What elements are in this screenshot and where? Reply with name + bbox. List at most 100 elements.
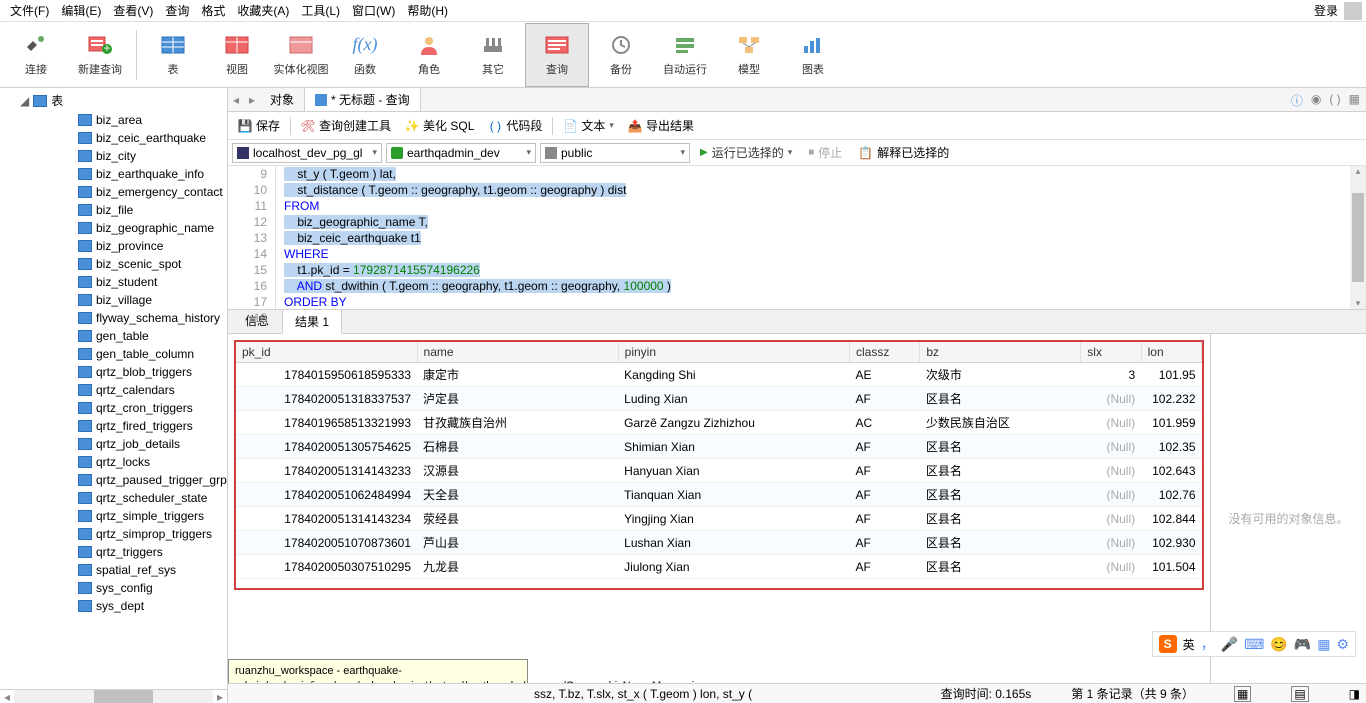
result-grid[interactable]: pk_idnamepinyinclasszbzslxlon 1784015950…	[228, 334, 1210, 703]
tree-item-gen_table[interactable]: gen_table	[0, 327, 227, 345]
tool-backup[interactable]: 备份	[589, 23, 653, 87]
builder-button[interactable]: 🛠查询创建工具	[295, 115, 397, 137]
tool-function[interactable]: f(x) 函数	[333, 23, 397, 87]
table-row[interactable]: 1784020051070873601芦山县Lushan XianAF区县名(N…	[236, 531, 1202, 555]
tree-root-tables[interactable]: ◢ 表	[0, 90, 227, 111]
run-button[interactable]: ▶运行已选择的▾	[694, 142, 798, 164]
table-row[interactable]: 1784020051305754625石棉县Shimian XianAF区县名(…	[236, 435, 1202, 459]
tree-item-qrtz_simprop_triggers[interactable]: qrtz_simprop_triggers	[0, 525, 227, 543]
tool-connect[interactable]: 连接	[4, 23, 68, 87]
ime-keyboard-icon[interactable]: ⌨	[1244, 636, 1264, 653]
tree-item-biz_ceic_earthquake[interactable]: biz_ceic_earthquake	[0, 129, 227, 147]
tree-item-biz_student[interactable]: biz_student	[0, 273, 227, 291]
menu-tools[interactable]: 工具(L)	[295, 2, 346, 19]
col-lon[interactable]: lon	[1141, 342, 1201, 363]
tree-item-biz_city[interactable]: biz_city	[0, 147, 227, 165]
tool-other[interactable]: 其它	[461, 23, 525, 87]
tree-item-qrtz_paused_trigger_grps[interactable]: qrtz_paused_trigger_grps	[0, 471, 227, 489]
tree-item-qrtz_blob_triggers[interactable]: qrtz_blob_triggers	[0, 363, 227, 381]
eye-icon[interactable]: ◉	[1311, 92, 1321, 109]
col-name[interactable]: name	[417, 342, 618, 363]
connection-select[interactable]: localhost_dev_pg_gl▾	[232, 143, 382, 163]
tree-item-biz_village[interactable]: biz_village	[0, 291, 227, 309]
save-button[interactable]: 💾保存	[232, 115, 286, 137]
tree-item-biz_geographic_name[interactable]: biz_geographic_name	[0, 219, 227, 237]
tree-item-biz_scenic_spot[interactable]: biz_scenic_spot	[0, 255, 227, 273]
editor-content[interactable]: st_y ( T.geom ) lat, st_distance ( T.geo…	[276, 166, 1350, 309]
table-row[interactable]: 1784020051314143233汉源县Hanyuan XianAF区县名(…	[236, 459, 1202, 483]
ime-toolbar[interactable]: S 英 ， 🎤 ⌨ 😊 🎮 ▦ ⚙	[1152, 631, 1356, 657]
snippet-button[interactable]: ( )代码段	[482, 115, 548, 137]
table-row[interactable]: 1784020051318337537泸定县Luding XianAF区县名(N…	[236, 387, 1202, 411]
menu-file[interactable]: 文件(F)	[4, 2, 55, 19]
col-slx[interactable]: slx	[1081, 342, 1141, 363]
ime-grid-icon[interactable]: ▦	[1317, 636, 1330, 653]
col-pinyin[interactable]: pinyin	[618, 342, 849, 363]
ime-emoji-icon[interactable]: 😊	[1270, 636, 1287, 653]
export-button[interactable]: 📤导出结果	[622, 115, 700, 137]
tool-view[interactable]: 视图	[205, 23, 269, 87]
brackets-icon[interactable]: ( )	[1329, 92, 1340, 109]
tree-item-qrtz_scheduler_state[interactable]: qrtz_scheduler_state	[0, 489, 227, 507]
tree-item-gen_table_column[interactable]: gen_table_column	[0, 345, 227, 363]
tree-item-biz_area[interactable]: biz_area	[0, 111, 227, 129]
table-row[interactable]: 1784020051314143234荥经县Yingjing XianAF区县名…	[236, 507, 1202, 531]
ime-mic-icon[interactable]: 🎤	[1221, 636, 1238, 653]
object-tree[interactable]: ◢ 表 biz_areabiz_ceic_earthquakebiz_cityb…	[0, 88, 227, 689]
tree-item-biz_earthquake_info[interactable]: biz_earthquake_info	[0, 165, 227, 183]
table-row[interactable]: 1784015950618595333康定市Kangding ShiAE次级市3…	[236, 363, 1202, 387]
tab-object[interactable]: 对象	[260, 88, 305, 111]
col-classz[interactable]: classz	[849, 342, 919, 363]
tool-role[interactable]: 角色	[397, 23, 461, 87]
tree-item-flyway_schema_history[interactable]: flyway_schema_history	[0, 309, 227, 327]
menu-help[interactable]: 帮助(H)	[401, 2, 454, 19]
status-view-2[interactable]: ▤	[1291, 686, 1308, 702]
tool-chart[interactable]: 图表	[781, 23, 845, 87]
status-view-1[interactable]: ▦	[1234, 686, 1251, 702]
tool-query[interactable]: 查询	[525, 23, 589, 87]
avatar[interactable]	[1344, 2, 1362, 20]
tab-result-1[interactable]: 结果 1	[282, 309, 342, 334]
tree-item-biz_file[interactable]: biz_file	[0, 201, 227, 219]
tree-item-sys_dept[interactable]: sys_dept	[0, 597, 227, 615]
stop-button[interactable]: ■停止	[802, 142, 848, 164]
menu-view[interactable]: 查看(V)	[107, 2, 159, 19]
table-row[interactable]: 1784020051062484994天全县Tianquan XianAF区县名…	[236, 483, 1202, 507]
menu-format[interactable]: 格式	[195, 2, 231, 19]
tree-item-sys_config[interactable]: sys_config	[0, 579, 227, 597]
tree-item-qrtz_triggers[interactable]: qrtz_triggers	[0, 543, 227, 561]
tree-item-biz_province[interactable]: biz_province	[0, 237, 227, 255]
tree-item-qrtz_calendars[interactable]: qrtz_calendars	[0, 381, 227, 399]
tool-autorun[interactable]: 自动运行	[653, 23, 717, 87]
tree-item-qrtz_cron_triggers[interactable]: qrtz_cron_triggers	[0, 399, 227, 417]
tree-item-qrtz_simple_triggers[interactable]: qrtz_simple_triggers	[0, 507, 227, 525]
editor-vscroll[interactable]: ▴ ▾	[1350, 166, 1366, 309]
tool-table[interactable]: 表	[141, 23, 205, 87]
table-row[interactable]: 1784020050307510295九龙县Jiulong XianAF区县名(…	[236, 555, 1202, 579]
info-icon[interactable]: ⓘ	[1291, 92, 1303, 109]
text-button[interactable]: 📄文本▾	[557, 115, 620, 137]
tree-item-qrtz_locks[interactable]: qrtz_locks	[0, 453, 227, 471]
ime-settings-icon[interactable]: ⚙	[1336, 636, 1349, 653]
sidebar-hscroll[interactable]: ◂ ▸	[0, 689, 227, 703]
tree-item-biz_emergency_contact[interactable]: biz_emergency_contact	[0, 183, 227, 201]
col-pk_id[interactable]: pk_id	[236, 342, 417, 363]
tab-query[interactable]: * 无标题 - 查询	[305, 88, 421, 111]
tree-item-qrtz_job_details[interactable]: qrtz_job_details	[0, 435, 227, 453]
schema-select[interactable]: public▾	[540, 143, 690, 163]
ime-game-icon[interactable]: 🎮	[1294, 636, 1311, 653]
tool-new-query[interactable]: + 新建查询	[68, 23, 132, 87]
database-select[interactable]: earthqadmin_dev▾	[386, 143, 536, 163]
tree-item-qrtz_fired_triggers[interactable]: qrtz_fired_triggers	[0, 417, 227, 435]
tab-next[interactable]: ▸	[244, 88, 260, 111]
tab-prev[interactable]: ◂	[228, 88, 244, 111]
menu-query[interactable]: 查询	[159, 2, 195, 19]
sql-editor[interactable]: 9101112131415161718 st_y ( T.geom ) lat,…	[228, 166, 1366, 310]
table-row[interactable]: 1784019658513321993甘孜藏族自治州Garzê Zangzu Z…	[236, 411, 1202, 435]
beautify-button[interactable]: ✨美化 SQL	[399, 115, 480, 137]
menu-window[interactable]: 窗口(W)	[346, 2, 401, 19]
status-view-3[interactable]: ◨	[1349, 687, 1360, 701]
login-link[interactable]: 登录	[1314, 2, 1338, 19]
grid-icon[interactable]: ▦	[1349, 92, 1360, 109]
menu-edit[interactable]: 编辑(E)	[55, 2, 107, 19]
